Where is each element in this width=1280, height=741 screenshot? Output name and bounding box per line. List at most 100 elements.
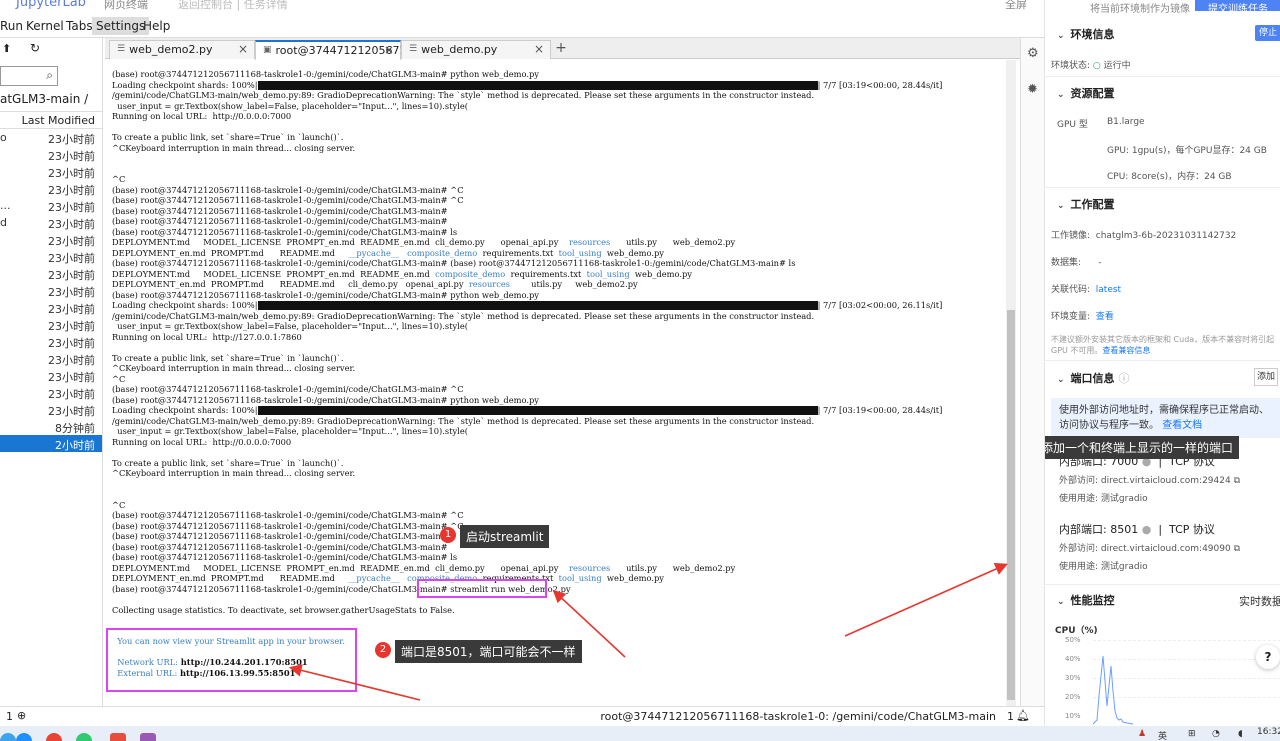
copy-icon[interactable]: ⧉ — [1234, 544, 1240, 554]
file-list-item[interactable]: 23小时前 — [0, 146, 102, 163]
info-icon[interactable]: ⓘ — [1119, 372, 1130, 385]
section-performance[interactable]: ⌄ 性能监控 — [1057, 592, 1115, 608]
annotation-box-urls — [106, 628, 357, 692]
new-tab-button[interactable]: + — [552, 40, 570, 58]
terminal-text: (base) root@374471212056711168-taskrole1… — [112, 216, 448, 226]
terminal-text: (base) root@374471212056711168-taskrole1… — [112, 289, 539, 300]
help-button[interactable]: ? — [1256, 645, 1280, 669]
breadcrumb[interactable]: atGLM3-main / — [0, 92, 88, 106]
wechat-icon[interactable] — [76, 733, 92, 741]
file-list-item[interactable]: 23小时前 — [0, 248, 102, 265]
code-link[interactable]: latest — [1096, 285, 1121, 295]
edge-icon[interactable] — [16, 733, 32, 741]
file-list-item[interactable]: 8分钟前 — [0, 418, 102, 435]
close-icon[interactable]: × — [534, 42, 544, 56]
tab-terminal[interactable]: ▣ root@374471212056711 × — [255, 40, 414, 60]
submit-training-button[interactable]: 提交训练任务 — [1195, 0, 1280, 15]
section-resources[interactable]: ⌄ 资源配置 — [1057, 85, 1115, 101]
wifi-icon[interactable]: ◔ — [1212, 729, 1220, 739]
section-title: 资源配置 — [1070, 87, 1115, 100]
terminal-line: ^C — [112, 374, 1006, 385]
stop-button[interactable]: 停止 — [1255, 25, 1280, 41]
terminal-line: Loading checkpoint shards: 100%| | 7/7 [0… — [112, 80, 1006, 91]
menu-settings[interactable]: Settings — [92, 17, 150, 35]
jupyterlab-brand[interactable]: JupyterLab — [16, 0, 86, 10]
app-icon[interactable] — [0, 733, 16, 741]
file-list-item[interactable]: 23小时前 — [0, 299, 102, 316]
file-list-item[interactable]: 2小时前 — [0, 435, 102, 452]
topbar-breadcrumb[interactable]: 返回控制台 | 任务详情 — [178, 0, 288, 12]
status-dot-icon: ○ — [1092, 61, 1101, 71]
close-icon[interactable]: × — [384, 43, 394, 57]
docs-link[interactable]: 查看文档 — [1162, 420, 1202, 431]
menu-help[interactable]: Help — [143, 19, 170, 33]
file-list-item[interactable]: 23小时前 — [0, 384, 102, 401]
bell-icon[interactable]: 🔔︎ — [1016, 709, 1030, 722]
terminal-icon: ▣ — [263, 45, 272, 55]
make-image-button[interactable]: 将当前环境制作为镜像 — [1090, 0, 1190, 15]
external-url[interactable]: direct.virtaicloud.com:49090 — [1101, 544, 1231, 554]
column-header-last-modified[interactable]: Last Modified — [0, 111, 102, 129]
file-list-item[interactable]: ... 23小时前 — [0, 197, 102, 214]
realtime-label[interactable]: 实时数据 — [1239, 593, 1280, 609]
globe-icon[interactable]: ⊕ — [17, 709, 26, 722]
file-list-item[interactable]: d 23小时前 — [0, 214, 102, 231]
section-work-config[interactable]: ⌄ 工作配置 — [1057, 196, 1115, 212]
tab-bar: ☰ web_demo2.py × ▣ root@374471212056711 × … — [105, 38, 1020, 60]
file-list-item[interactable]: 23小时前 — [0, 163, 102, 180]
external-url[interactable]: direct.virtaicloud.com:29424 — [1101, 476, 1231, 486]
menu-tabs[interactable]: Tabs — [66, 19, 93, 33]
label: 工作镜像: — [1051, 231, 1091, 241]
file-list-item[interactable]: 23小时前 — [0, 316, 102, 333]
terminal-text: To create a public link, set `share=True… — [112, 352, 344, 363]
terminal-line: DEPLOYMENT_en.md PROMPT.md README.md __p… — [112, 248, 1006, 259]
terminal-line: user_input = gr.Textbox(show_label=False… — [112, 321, 1006, 332]
envvar-link[interactable]: 查看 — [1096, 312, 1114, 322]
terminal-scrollbar[interactable] — [1006, 60, 1016, 706]
y-tick: 50% — [1065, 636, 1081, 644]
debugger-icon[interactable]: ✹ — [1027, 82, 1038, 97]
tray-icon[interactable]: ♟ — [1138, 729, 1146, 739]
clock: 16:32 — [1257, 727, 1280, 737]
terminal-text: utils.py web_demo2.py — [610, 562, 736, 573]
menu-run[interactable]: Run — [0, 19, 23, 33]
tab-web-demo2[interactable]: ☰ web_demo2.py × — [109, 40, 255, 59]
chrome-icon[interactable] — [46, 733, 62, 741]
app-icon[interactable] — [140, 733, 156, 741]
tab-web-demo[interactable]: ☰ web_demo.py × — [401, 40, 551, 59]
compat-link[interactable]: 查看兼容信息 — [1102, 346, 1150, 355]
file-filter-input[interactable]: ⌕ — [0, 66, 58, 86]
warning-line-1: 不建议额外安装其它版本的框架和 Cuda，版本不兼容时将引起 — [1051, 335, 1275, 344]
gear-icon[interactable]: ⚙ — [1027, 46, 1039, 61]
terminal-text: (base) root@374471212056711168-taskrole1… — [112, 541, 448, 552]
file-list-item[interactable]: 23小时前 — [0, 282, 102, 299]
file-list-item[interactable]: 23小时前 — [0, 231, 102, 248]
terminal-output[interactable]: (base) root@374471212056711168-taskrole1… — [106, 60, 1006, 706]
refresh-icon[interactable]: ↻ — [30, 41, 40, 55]
file-list-item[interactable]: 23小时前 — [0, 401, 102, 418]
section-ports[interactable]: ⌄ 端口信息 ⓘ — [1057, 370, 1130, 386]
file-list-item[interactable]: 23小时前 — [0, 367, 102, 384]
file-list-item[interactable]: 23小时前 — [0, 180, 102, 197]
tray-icon[interactable]: ⊞ — [1188, 729, 1196, 739]
input-language[interactable]: 英 — [1158, 729, 1167, 741]
terminal-line: (base) root@374471212056711168-taskrole1… — [112, 216, 1006, 227]
file-list-item[interactable]: 23小时前 — [0, 350, 102, 367]
file-list-item[interactable]: 23小时前 — [0, 333, 102, 350]
upload-icon[interactable]: ⬆ — [2, 42, 11, 55]
file-list-item[interactable]: 23小时前 — [0, 265, 102, 282]
menu-kernel[interactable]: Kernel — [26, 19, 64, 33]
usage-row: 使用用途: 测试gradio — [1059, 491, 1148, 504]
topbar-terminal-link[interactable]: 网页终端 — [104, 0, 148, 12]
info-icon[interactable]: ● — [1142, 523, 1152, 536]
copy-icon[interactable]: ⧉ — [1234, 476, 1240, 486]
add-port-button[interactable]: 添加 — [1254, 368, 1278, 386]
volume-icon[interactable]: ◖ — [1238, 729, 1243, 739]
close-icon[interactable]: × — [238, 42, 248, 56]
fullscreen-link[interactable]: 全屏 — [1005, 0, 1027, 12]
app-icon[interactable] — [110, 733, 126, 741]
section-env-info[interactable]: ⌄ 环境信息 — [1057, 26, 1115, 42]
file-list-item[interactable]: o 23小时前 — [0, 129, 102, 146]
scrollbar-thumb[interactable] — [1007, 310, 1015, 700]
